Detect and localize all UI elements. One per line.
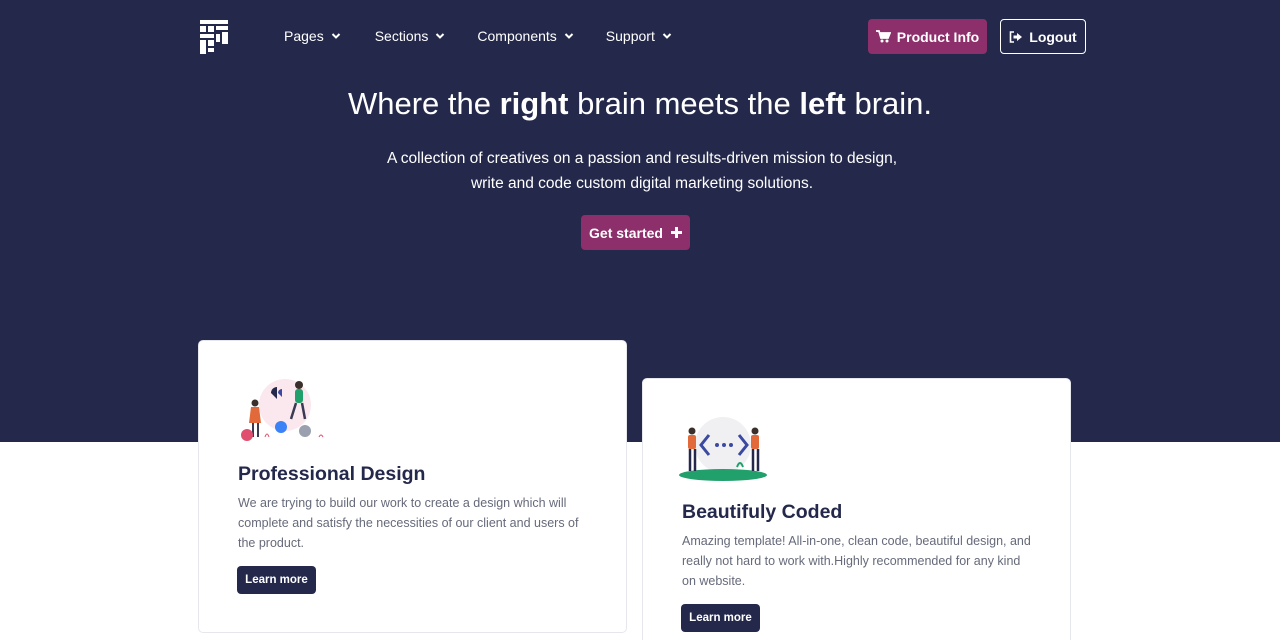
nav-item-label: Components [477, 28, 557, 44]
logout-icon [1009, 30, 1023, 43]
product-info-button[interactable]: Product Info [868, 19, 987, 54]
headline-bold-left: left [799, 86, 846, 121]
logo-icon[interactable] [200, 20, 228, 54]
get-started-label: Get started [589, 224, 663, 241]
headline-bold-right: right [499, 86, 569, 121]
nav-item-sections[interactable]: Sections [375, 25, 446, 47]
nav-item-components[interactable]: Components [477, 25, 574, 47]
plus-icon [670, 227, 682, 238]
learn-more-button[interactable]: Learn more [681, 604, 760, 632]
nav-item-label: Support [605, 28, 655, 44]
logout-label: Logout [1029, 28, 1077, 45]
card-text: We are trying to build our work to creat… [238, 496, 579, 550]
chevron-down-icon [662, 33, 672, 39]
nav-item-label: Pages [284, 28, 324, 44]
chevron-down-icon [564, 33, 574, 39]
code-illustration-icon [679, 417, 767, 481]
feature-card-design: Professional Design We are trying to bui… [198, 340, 627, 633]
nav-item-pages[interactable]: Pages [284, 25, 341, 47]
hero-subline: A collection of creatives on a passion a… [386, 150, 898, 192]
logout-button[interactable]: Logout [1000, 19, 1086, 54]
headline-text: brain. [845, 86, 933, 121]
chevron-down-icon [331, 33, 340, 39]
headline-text: Where the [347, 86, 500, 121]
chevron-down-icon [436, 33, 445, 39]
cart-icon [875, 30, 891, 43]
card-title: Professional Design [238, 463, 426, 485]
headline-text: brain meets the [568, 86, 800, 121]
main-nav: Pages Sections Components Support [284, 25, 672, 47]
product-info-label: Product Info [896, 28, 980, 45]
card-text: Amazing template! All-in-one, clean code… [682, 534, 1031, 588]
nav-item-support[interactable]: Support [606, 25, 672, 47]
learn-more-button[interactable]: Learn more [237, 566, 316, 594]
get-started-button[interactable]: Get started [581, 215, 690, 250]
card-title: Beautifuly Coded [682, 501, 843, 523]
hero-headline: Where the right brain meets the left bra… [0, 86, 1280, 122]
feature-card-code: Beautifuly Coded Amazing template! All-i… [642, 378, 1071, 640]
design-illustration-icon [241, 379, 324, 441]
nav-item-label: Sections [374, 28, 429, 44]
